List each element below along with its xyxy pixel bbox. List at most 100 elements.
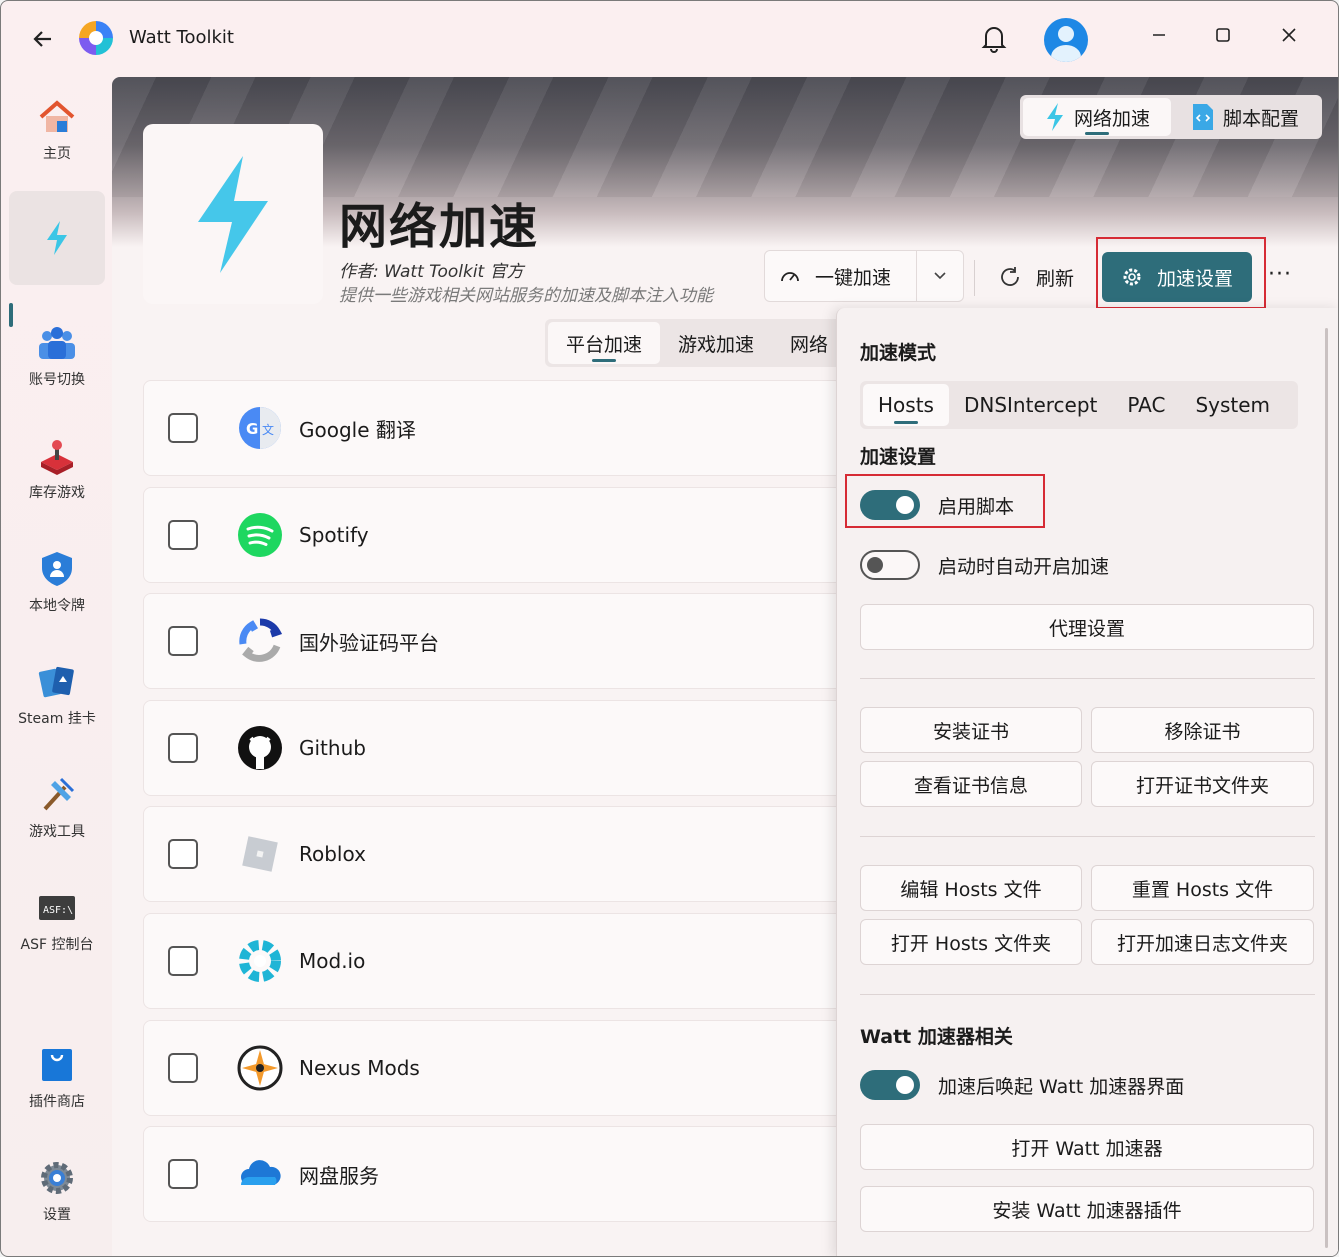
sidebar-item-plugin-store[interactable]: 插件商店 — [9, 1025, 105, 1119]
gear-icon — [1123, 268, 1141, 286]
open-log-folder-button[interactable]: 打开加速日志文件夹 — [1091, 919, 1314, 965]
open-cert-folder-button[interactable]: 打开证书文件夹 — [1091, 761, 1314, 807]
close-button[interactable] — [1269, 21, 1309, 55]
pickaxe-icon — [43, 777, 75, 811]
sidebar-item-local-token[interactable]: 本地令牌 — [9, 529, 105, 623]
auto-start-row: 启动时自动开启加速 — [860, 548, 1109, 582]
maximize-button[interactable] — [1203, 21, 1243, 55]
list-item: 网盘服务 — [143, 1126, 843, 1222]
console-icon: ASF:\ — [39, 896, 75, 920]
script-file-icon — [1192, 104, 1213, 130]
service-checkbox[interactable] — [168, 1159, 198, 1189]
close-icon — [1282, 28, 1296, 42]
mode-option-system[interactable]: System — [1180, 384, 1285, 426]
list-item: 国外验证码平台 — [143, 593, 843, 689]
list-item: Nexus Mods — [143, 1020, 843, 1116]
sidebar-item-account-switch[interactable]: 账号切换 — [9, 303, 105, 397]
service-name: 国外验证码平台 — [299, 630, 439, 655]
sidebar-item-network-accel[interactable] — [9, 191, 105, 285]
sidebar-nav: 主页 账号切换 库存游戏 本地令牌 Steam 挂卡 游戏工具 ASF:\ AS… — [1, 77, 111, 1256]
auto-start-toggle[interactable] — [860, 550, 920, 580]
reset-hosts-button[interactable]: 重置 Hosts 文件 — [1091, 865, 1314, 911]
section-divider — [860, 836, 1315, 837]
view-cert-info-button[interactable]: 查看证书信息 — [860, 761, 1082, 807]
install-cert-button[interactable]: 安装证书 — [860, 707, 1082, 753]
wake-watt-toggle[interactable] — [860, 1070, 920, 1100]
sidebar-item-home[interactable]: 主页 — [9, 77, 105, 171]
mode-option-hosts[interactable]: Hosts — [863, 384, 949, 426]
joystick-icon — [41, 440, 73, 475]
enable-script-row: 启用脚本 — [860, 488, 1014, 522]
enable-script-toggle[interactable] — [860, 490, 920, 520]
tab-network-accel[interactable]: 网络加速 — [1023, 98, 1171, 136]
auto-start-label: 启动时自动开启加速 — [938, 555, 1110, 578]
home-icon — [39, 100, 75, 132]
sidebar-item-settings[interactable]: 设置 — [9, 1138, 105, 1232]
user-avatar[interactable] — [1044, 18, 1088, 62]
plugin-icon-card — [143, 124, 323, 304]
service-checkbox[interactable] — [168, 413, 198, 443]
section-heading-mode: 加速模式 — [860, 342, 937, 364]
chevron-down-icon — [934, 271, 946, 279]
tab-platform-accel[interactable]: 平台加速 — [548, 322, 661, 364]
one-click-accel-label: 一键加速 — [815, 266, 892, 289]
modio-icon — [239, 940, 281, 982]
sidebar-item-game-tools[interactable]: 游戏工具 — [9, 755, 105, 849]
back-button[interactable] — [27, 23, 59, 55]
nexus-mods-icon — [237, 1045, 283, 1091]
svg-text:ASF:\: ASF:\ — [43, 905, 73, 916]
refresh-button[interactable]: 刷新 — [998, 257, 1074, 297]
more-options-button[interactable]: ··· — [1268, 262, 1292, 287]
section-heading-watt: Watt 加速器相关 — [860, 1026, 1013, 1048]
one-click-dropdown-button[interactable] — [917, 267, 963, 286]
wake-watt-row: 加速后唤起 Watt 加速器界面 — [860, 1068, 1184, 1102]
tab-game-accel[interactable]: 游戏加速 — [660, 322, 772, 364]
enable-script-label: 启用脚本 — [938, 495, 1015, 518]
sidebar-item-label: ASF 控制台 — [20, 937, 94, 953]
service-name: Google 翻译 — [299, 417, 416, 442]
mode-option-dnsintercept[interactable]: DNSIntercept — [949, 384, 1112, 426]
edit-hosts-button[interactable]: 编辑 Hosts 文件 — [860, 865, 1082, 911]
proxy-settings-button[interactable]: 代理设置 — [860, 604, 1314, 650]
service-checkbox[interactable] — [168, 839, 198, 869]
sidebar-item-asf-console[interactable]: ASF:\ ASF 控制台 — [9, 868, 105, 962]
plugin-author: 作者: Watt Toolkit 官方 — [339, 262, 524, 282]
open-watt-button[interactable]: 打开 Watt 加速器 — [860, 1124, 1314, 1170]
accel-mode-selector: Hosts DNSIntercept PAC System — [860, 381, 1298, 429]
minimize-icon — [1153, 34, 1165, 36]
one-click-accel-button[interactable]: 一键加速 — [765, 251, 917, 301]
service-checkbox[interactable] — [168, 733, 198, 763]
accel-settings-button[interactable]: 加速设置 — [1102, 252, 1252, 302]
open-hosts-folder-button[interactable]: 打开 Hosts 文件夹 — [860, 919, 1082, 965]
minimize-button[interactable] — [1139, 21, 1179, 55]
tab-script-config[interactable]: 脚本配置 — [1171, 98, 1319, 136]
sidebar-item-label: 主页 — [43, 146, 71, 162]
sidebar-item-steam-idle[interactable]: Steam 挂卡 — [9, 642, 105, 736]
list-item: Mod.io — [143, 913, 843, 1009]
tab-network[interactable]: 网络 — [772, 322, 846, 364]
accel-settings-panel: 加速模式 Hosts DNSIntercept PAC System 加速设置 … — [836, 308, 1338, 1256]
install-watt-plugin-button[interactable]: 安装 Watt 加速器插件 — [860, 1186, 1314, 1232]
remove-cert-button[interactable]: 移除证书 — [1091, 707, 1314, 753]
lightning-icon — [47, 221, 67, 255]
one-click-accel-split-button: 一键加速 — [764, 250, 964, 302]
service-checkbox[interactable] — [168, 520, 198, 550]
sidebar-item-game-library[interactable]: 库存游戏 — [9, 416, 105, 510]
service-checkbox[interactable] — [168, 626, 198, 656]
shield-icon — [42, 552, 72, 586]
notification-button[interactable] — [977, 21, 1011, 55]
mode-option-pac[interactable]: PAC — [1112, 384, 1180, 426]
svg-text:G: G — [246, 420, 258, 438]
sidebar-item-label: 游戏工具 — [29, 824, 85, 840]
section-heading-settings: 加速设置 — [860, 446, 937, 468]
list-item: G文 Google 翻译 — [143, 380, 843, 476]
service-checkbox[interactable] — [168, 946, 198, 976]
accel-settings-label: 加速设置 — [1156, 267, 1233, 290]
header-tab-switch: 网络加速 脚本配置 — [1020, 95, 1322, 139]
arrow-left-icon — [33, 31, 51, 47]
panel-scrollbar[interactable] — [1325, 328, 1328, 1248]
app-window: Watt Toolkit 主页 账号切换 库存游戏 本地令牌 Steam 挂卡 … — [0, 0, 1339, 1257]
section-divider — [860, 994, 1315, 995]
service-checkbox[interactable] — [168, 1053, 198, 1083]
sidebar-item-label: 本地令牌 — [29, 598, 85, 614]
